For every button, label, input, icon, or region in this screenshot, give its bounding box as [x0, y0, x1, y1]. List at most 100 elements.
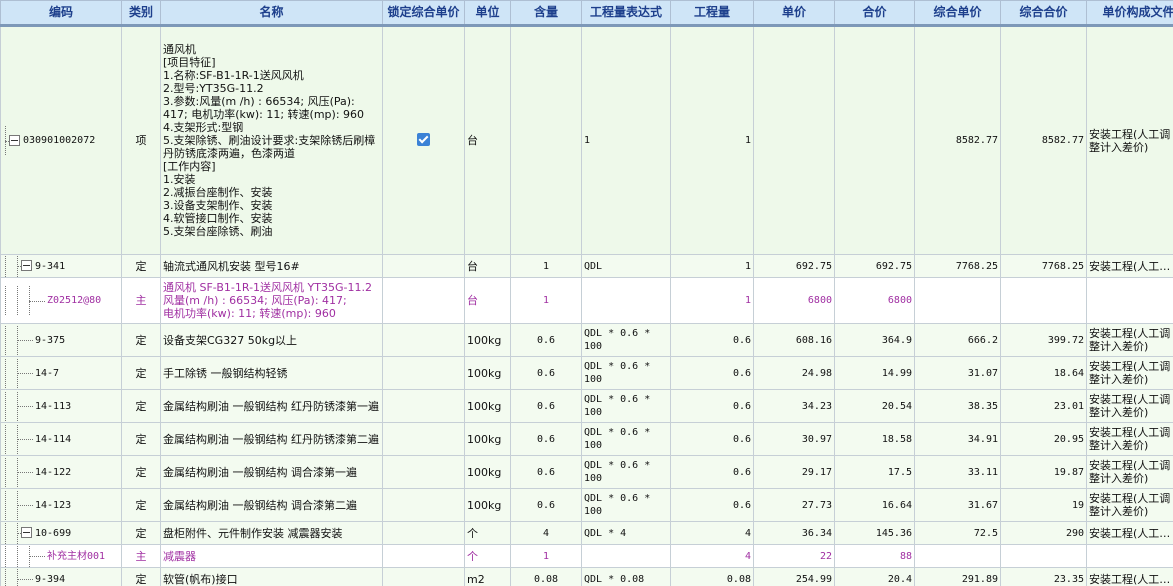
cell-expr[interactable] [581, 277, 671, 324]
cell-name[interactable]: 设备支架CG327 50kg以上 [160, 323, 383, 357]
cell-lock-price[interactable] [382, 544, 465, 568]
cell-content[interactable]: 0.6 [510, 455, 582, 489]
cell-name[interactable]: 减震器 [160, 544, 383, 568]
col-header-lock-price[interactable]: 锁定综合单价 [382, 0, 465, 27]
table-row[interactable]: 14-7 定 手工除锈 一般钢结构轻锈 100kg 0.6 QDL * 0.6 … [0, 356, 1173, 390]
cell-name[interactable]: 金属结构刷油 一般钢结构 调合漆第一遍 [160, 455, 383, 489]
cell-unit[interactable]: 100kg [464, 323, 511, 357]
cell-comp-total[interactable]: 290 [1000, 521, 1087, 545]
cell-comp-total[interactable] [1000, 544, 1087, 568]
cell-code[interactable]: 补充主材001 [0, 544, 122, 568]
cell-code[interactable]: 10-699 [0, 521, 122, 545]
table-row[interactable]: 14-122 定 金属结构刷油 一般钢结构 调合漆第一遍 100kg 0.6 Q… [0, 455, 1173, 489]
cell-code[interactable]: 9-394 [0, 567, 122, 586]
cell-code[interactable]: 14-7 [0, 356, 122, 390]
cell-file[interactable]: 安装工程(人工… [1086, 254, 1173, 278]
cell-qty[interactable]: 0.08 [670, 567, 754, 586]
cell-content[interactable]: 1 [510, 277, 582, 324]
cell-code[interactable]: 14-113 [0, 389, 122, 423]
cell-comp-total[interactable]: 23.01 [1000, 389, 1087, 423]
cell-expr[interactable]: QDL [581, 254, 671, 278]
cell-content[interactable]: 1 [510, 544, 582, 568]
cell-unit[interactable]: 100kg [464, 488, 511, 522]
cell-qty[interactable]: 4 [670, 521, 754, 545]
cell-expr[interactable] [581, 544, 671, 568]
cell-file[interactable]: 安装工程(人工调 整计入差价) [1086, 422, 1173, 456]
cell-lock-price[interactable] [382, 488, 465, 522]
cell-comp-total[interactable] [1000, 277, 1087, 324]
cell-content[interactable]: 4 [510, 521, 582, 545]
cell-expr[interactable]: QDL * 4 [581, 521, 671, 545]
cell-comp-price[interactable]: 38.35 [914, 389, 1001, 423]
cell-comp-total[interactable]: 20.95 [1000, 422, 1087, 456]
col-header-code[interactable]: 编码 [0, 0, 122, 27]
cell-qty[interactable]: 1 [670, 277, 754, 324]
cell-type[interactable]: 定 [121, 254, 161, 278]
cell-unit[interactable]: 台 [464, 25, 511, 255]
col-header-type[interactable]: 类别 [121, 0, 161, 27]
cell-unit[interactable]: 100kg [464, 389, 511, 423]
cell-comp-price[interactable] [914, 544, 1001, 568]
cell-type[interactable]: 定 [121, 356, 161, 390]
cell-content[interactable]: 0.6 [510, 422, 582, 456]
table-row[interactable]: 14-114 定 金属结构刷油 一般钢结构 红丹防锈漆第二遍 100kg 0.6… [0, 422, 1173, 456]
cell-expr[interactable]: 1 [581, 25, 671, 255]
col-header-total[interactable]: 合价 [834, 0, 915, 27]
cell-qty[interactable]: 0.6 [670, 356, 754, 390]
cell-content[interactable]: 0.6 [510, 323, 582, 357]
cell-code[interactable]: 9-341 [0, 254, 122, 278]
cell-qty[interactable]: 0.6 [670, 488, 754, 522]
cell-lock-price[interactable] [382, 277, 465, 324]
cell-lock-price[interactable] [382, 356, 465, 390]
col-header-price[interactable]: 单价 [753, 0, 835, 27]
cell-type[interactable]: 定 [121, 389, 161, 423]
cell-total[interactable]: 14.99 [834, 356, 915, 390]
cell-expr[interactable]: QDL * 0.6 * 100 [581, 422, 671, 456]
cell-content[interactable]: 0.6 [510, 488, 582, 522]
cell-content[interactable]: 1 [510, 254, 582, 278]
cell-lock-price[interactable] [382, 323, 465, 357]
cell-unit[interactable]: 台 [464, 254, 511, 278]
cell-code[interactable]: 14-123 [0, 488, 122, 522]
cell-type[interactable]: 定 [121, 455, 161, 489]
cell-name[interactable]: 手工除锈 一般钢结构轻锈 [160, 356, 383, 390]
cell-comp-price[interactable]: 33.11 [914, 455, 1001, 489]
cell-file[interactable]: 安装工程(人工… [1086, 567, 1173, 586]
cell-code[interactable]: 9-375 [0, 323, 122, 357]
cell-content[interactable] [510, 25, 582, 255]
cell-name[interactable]: 金属结构刷油 一般钢结构 红丹防锈漆第二遍 [160, 422, 383, 456]
cell-name[interactable]: 通风机 [项目特征] 1.名称:SF-B1-1R-1送风风机 2.型号:YT35… [160, 25, 383, 255]
col-header-content[interactable]: 含量 [510, 0, 582, 27]
cell-name[interactable]: 通风机 SF-B1-1R-1送风风机 YT35G-11.2 风量(m /h) :… [160, 277, 383, 324]
cell-total[interactable]: 20.54 [834, 389, 915, 423]
table-row[interactable]: 9-341 定 轴流式通风机安装 型号16# 台 1 QDL 1 692.75 … [0, 254, 1173, 278]
cell-comp-total[interactable]: 18.64 [1000, 356, 1087, 390]
cell-comp-price[interactable]: 7768.25 [914, 254, 1001, 278]
cell-type[interactable]: 项 [121, 25, 161, 255]
table-row[interactable]: 14-113 定 金属结构刷油 一般钢结构 红丹防锈漆第一遍 100kg 0.6… [0, 389, 1173, 423]
cell-comp-total[interactable]: 399.72 [1000, 323, 1087, 357]
col-header-comp-price[interactable]: 综合单价 [914, 0, 1001, 27]
cell-name[interactable]: 轴流式通风机安装 型号16# [160, 254, 383, 278]
cell-file[interactable]: 安装工程(人工调 整计入差价) [1086, 356, 1173, 390]
cell-comp-total[interactable]: 7768.25 [1000, 254, 1087, 278]
cell-price[interactable]: 34.23 [753, 389, 835, 423]
cell-comp-price[interactable]: 31.07 [914, 356, 1001, 390]
cell-total[interactable]: 6800 [834, 277, 915, 324]
collapse-toggle-icon[interactable] [21, 527, 32, 538]
cell-total[interactable]: 20.4 [834, 567, 915, 586]
cell-name[interactable]: 金属结构刷油 一般钢结构 红丹防锈漆第一遍 [160, 389, 383, 423]
cell-qty[interactable]: 1 [670, 254, 754, 278]
cell-qty[interactable]: 0.6 [670, 389, 754, 423]
cell-type[interactable]: 定 [121, 422, 161, 456]
cell-comp-price[interactable]: 291.89 [914, 567, 1001, 586]
table-row[interactable]: 9-394 定 软管(帆布)接口 m2 0.08 QDL * 0.08 0.08… [0, 567, 1173, 586]
cell-unit[interactable]: 个 [464, 544, 511, 568]
cell-total[interactable]: 692.75 [834, 254, 915, 278]
cell-price[interactable]: 36.34 [753, 521, 835, 545]
cell-type[interactable]: 主 [121, 277, 161, 324]
cell-code[interactable]: 030901002072 [0, 25, 122, 255]
cell-comp-total[interactable]: 8582.77 [1000, 25, 1087, 255]
cell-qty[interactable]: 0.6 [670, 422, 754, 456]
cell-qty[interactable]: 4 [670, 544, 754, 568]
